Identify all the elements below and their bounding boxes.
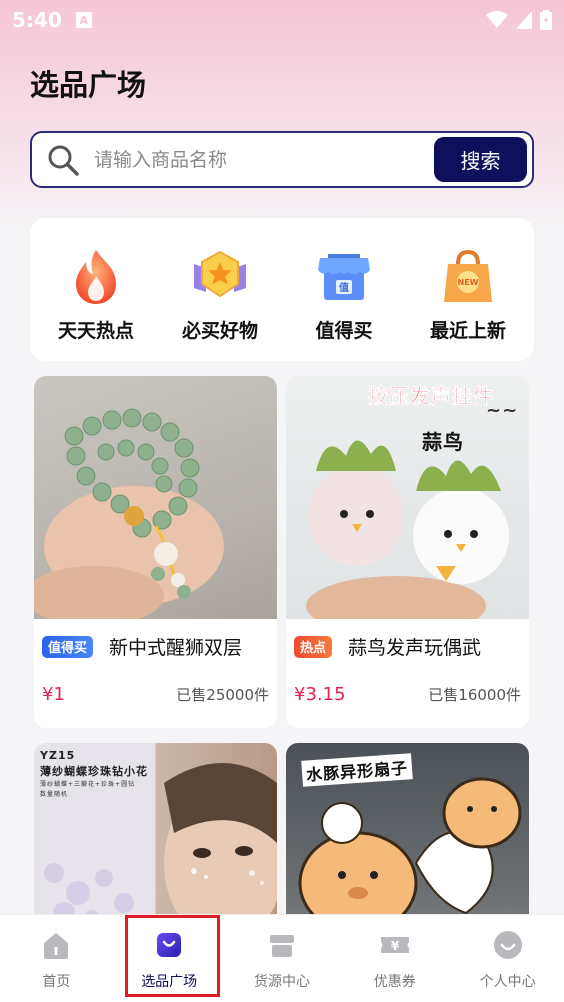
star-badge-icon bbox=[194, 250, 246, 298]
tag-worth-buying: 值得买 bbox=[42, 635, 94, 658]
category-hot[interactable]: 天天热点 bbox=[36, 246, 156, 343]
product-image[interactable]: 按压发声挂件 蒜鸟 ~~ bbox=[286, 376, 529, 619]
shop-icon-label: 值 bbox=[339, 281, 349, 294]
battery-icon bbox=[540, 10, 552, 30]
bottom-tab-bar: 首页 选品广场 货源中心 ¥ 优惠券 个人中心 bbox=[0, 914, 564, 1002]
status-time: 5:40 bbox=[12, 8, 62, 32]
face-photo bbox=[44, 763, 277, 943]
product-image[interactable]: 水豚异形扇子 bbox=[286, 743, 529, 943]
product-price: ¥1 bbox=[42, 684, 65, 705]
signal-icon bbox=[516, 11, 532, 29]
bracelet-photo bbox=[34, 408, 224, 619]
product-image[interactable]: YZ15 薄纱蝴蝶珍珠钻小花 薄纱蝴蝶+三瓣花+珍珠+圆钻 数量随机 bbox=[34, 743, 277, 943]
new-badge-label: NEW bbox=[458, 278, 479, 287]
bag-icon bbox=[157, 933, 182, 957]
product-sold: 已售16000件 bbox=[428, 686, 521, 704]
search-input[interactable] bbox=[94, 148, 434, 171]
shop-icon: 值 bbox=[318, 254, 370, 300]
tag-hot: 热点 bbox=[294, 635, 333, 658]
category-label: 最近上新 bbox=[429, 320, 506, 342]
product-title: 蒜鸟发声玩偶武 bbox=[348, 637, 482, 659]
new-bag-icon: NEW bbox=[444, 249, 492, 302]
store-icon bbox=[269, 935, 294, 957]
tab-label: 货源中心 bbox=[253, 974, 310, 990]
category-new-arrivals[interactable]: NEW 最近上新 bbox=[408, 246, 528, 343]
coupon-icon: ¥ bbox=[380, 937, 409, 953]
tab-coupons[interactable]: ¥ 优惠券 bbox=[338, 915, 451, 1002]
tab-label: 个人中心 bbox=[479, 974, 536, 990]
status-indicators bbox=[486, 10, 552, 30]
product-card[interactable]: 水豚异形扇子 bbox=[286, 743, 529, 943]
category-label: 值得买 bbox=[315, 320, 373, 342]
tab-profile[interactable]: 个人中心 bbox=[451, 915, 564, 1002]
coupon-glyph: ¥ bbox=[391, 939, 400, 953]
status-bar: 5:40 A bbox=[0, 0, 564, 40]
toy-photo bbox=[306, 440, 509, 619]
home-icon bbox=[44, 933, 69, 959]
product-card[interactable]: 按压发声挂件 蒜鸟 ~~ 热点 蒜鸟发声玩偶武 ¥3.15 已售16000件 bbox=[286, 376, 529, 728]
category-card: 天天热点 必买好物 值 值得买 NEW 最近上新 bbox=[30, 218, 534, 361]
tab-supply-center[interactable]: 货源中心 bbox=[226, 915, 339, 1002]
tab-home[interactable]: 首页 bbox=[0, 915, 113, 1002]
tab-label: 首页 bbox=[42, 974, 71, 990]
notification-icon: A bbox=[75, 12, 92, 28]
category-label: 必买好物 bbox=[181, 320, 258, 342]
fan-photo bbox=[298, 777, 522, 935]
search-icon bbox=[48, 145, 79, 176]
tab-label: 选品广场 bbox=[141, 974, 198, 990]
search-button[interactable]: 搜索 bbox=[434, 137, 527, 182]
product-title: 新中式醒狮双层 bbox=[109, 637, 243, 659]
search-bar: 搜索 bbox=[30, 131, 534, 188]
category-label: 天天热点 bbox=[57, 320, 134, 342]
product-card[interactable]: 值得买 新中式醒狮双层 ¥1 已售25000件 bbox=[34, 376, 277, 728]
tab-label: 优惠券 bbox=[373, 974, 416, 990]
category-must-buy[interactable]: 必买好物 bbox=[160, 246, 280, 343]
page-title: 选品广场 bbox=[30, 68, 147, 102]
tab-selection-plaza[interactable]: 选品广场 bbox=[113, 915, 226, 1002]
product-card[interactable]: YZ15 薄纱蝴蝶珍珠钻小花 薄纱蝴蝶+三瓣花+珍珠+圆钻 数量随机 bbox=[34, 743, 277, 943]
profile-icon bbox=[493, 931, 522, 959]
flame-icon bbox=[76, 250, 116, 304]
category-worth-buying[interactable]: 值 值得买 bbox=[284, 246, 404, 343]
wifi-icon bbox=[486, 11, 508, 28]
product-sold: 已售25000件 bbox=[176, 686, 269, 704]
product-image[interactable] bbox=[34, 376, 277, 619]
product-price: ¥3.15 bbox=[294, 684, 346, 705]
